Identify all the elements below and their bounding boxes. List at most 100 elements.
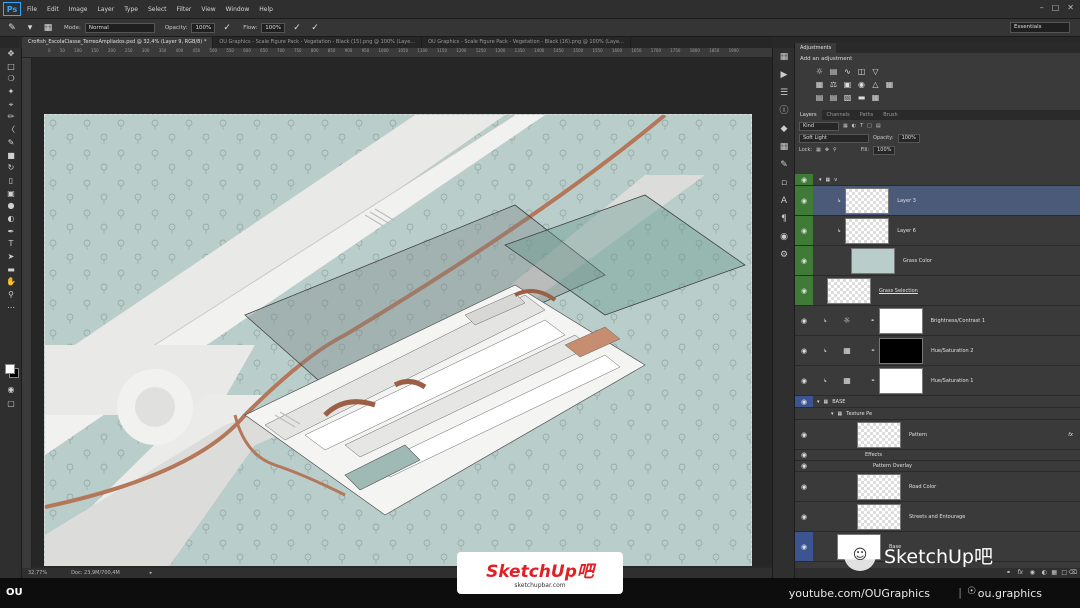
- layer-name[interactable]: Pattern: [909, 432, 927, 438]
- kind-filter[interactable]: Kind: [799, 121, 839, 131]
- layer-mask-thumbnail[interactable]: [878, 367, 923, 394]
- lasso-tool-icon[interactable]: ❍: [0, 73, 22, 86]
- brightness-icon[interactable]: ☼: [815, 67, 824, 76]
- layer-row[interactable]: ◉ ↳ ▦ ⚭ Hue/Saturation 1: [795, 366, 1080, 396]
- color-lookup-icon[interactable]: ▦: [885, 80, 894, 89]
- photo-filter-icon[interactable]: ◉: [857, 80, 866, 89]
- brush-preset-icon[interactable]: ▾: [24, 22, 36, 34]
- workspace-select[interactable]: Essentials: [1010, 22, 1070, 33]
- minimize-icon[interactable]: –: [1040, 3, 1044, 12]
- filter-pixel-icon[interactable]: ▦: [843, 123, 848, 129]
- tab-adjustments[interactable]: Adjustments: [795, 43, 837, 53]
- layer-name[interactable]: Streets and Entourage: [909, 514, 965, 520]
- swatches-icon[interactable]: ▦: [773, 138, 795, 156]
- fx-icon[interactable]: fx: [1068, 432, 1073, 438]
- visibility-eye-icon[interactable]: ◉: [795, 216, 813, 245]
- airbrush-icon[interactable]: ✓: [291, 22, 303, 34]
- maximize-icon[interactable]: □: [1052, 3, 1060, 12]
- paragraph-icon[interactable]: ¶: [773, 210, 795, 228]
- path-select-tool-icon[interactable]: ➤: [0, 251, 22, 264]
- gradient-tool-icon[interactable]: ▣: [0, 188, 22, 201]
- marquee-tool-icon[interactable]: □: [0, 61, 22, 74]
- zoom-level[interactable]: 32,77%: [28, 570, 47, 576]
- levels-icon[interactable]: ▤: [829, 67, 838, 76]
- menu-window[interactable]: Window: [226, 6, 250, 13]
- layer-mask-thumbnail[interactable]: [878, 307, 923, 334]
- group-arrow-icon[interactable]: ▾: [819, 177, 822, 183]
- move-tool-icon[interactable]: ✥: [0, 48, 22, 61]
- menu-layer[interactable]: Layer: [97, 6, 114, 13]
- layer-name[interactable]: Layer 3: [897, 198, 916, 204]
- vibrance-icon[interactable]: ▽: [871, 67, 880, 76]
- black-white-icon[interactable]: ▣: [843, 80, 852, 89]
- channel-mixer-icon[interactable]: △: [871, 80, 880, 89]
- visibility-eye-icon[interactable]: ◉: [795, 396, 813, 407]
- tab-paths[interactable]: Paths: [855, 110, 879, 120]
- visibility-eye-icon[interactable]: ◉: [795, 532, 813, 561]
- eyedropper-tool-icon[interactable]: ✏: [0, 111, 22, 124]
- layer-name[interactable]: Hue/Saturation 1: [931, 378, 974, 384]
- menu-edit[interactable]: Edit: [47, 6, 59, 13]
- lock-all-icon[interactable]: ⚲: [833, 147, 837, 153]
- menu-filter[interactable]: Filter: [177, 6, 192, 13]
- tab-channels[interactable]: Channels: [822, 110, 855, 120]
- layer-row[interactable]: ◉ Streets and Entourage: [795, 502, 1080, 532]
- stamp-tool-icon[interactable]: ■: [0, 150, 22, 163]
- visibility-eye-icon[interactable]: ◉: [795, 186, 813, 215]
- healing-tool-icon[interactable]: 〈: [0, 124, 22, 137]
- menu-help[interactable]: Help: [259, 6, 273, 13]
- shape-tool-icon[interactable]: ▬: [0, 264, 22, 277]
- color-balance-icon[interactable]: ⚖: [829, 80, 838, 89]
- group-arrow-icon[interactable]: ▾: [831, 411, 834, 417]
- filter-adjustment-icon[interactable]: ◐: [852, 123, 856, 129]
- posterize-icon[interactable]: ▤: [829, 93, 838, 102]
- pen-tool-icon[interactable]: ✒: [0, 226, 22, 239]
- menu-view[interactable]: View: [201, 6, 215, 13]
- color-swatches[interactable]: [5, 364, 19, 378]
- more-tools-icon[interactable]: ⋯: [0, 302, 22, 315]
- visibility-eye-icon[interactable]: ◉: [795, 246, 813, 275]
- curves-icon[interactable]: ∿: [843, 67, 852, 76]
- tab-brush[interactable]: Brush: [878, 110, 902, 120]
- document-tab[interactable]: OU Graphics - Scale Figure Pack - Vegeta…: [213, 37, 423, 48]
- layer-row[interactable]: ◉ ↳ ▦ ⚭ Hue/Saturation 2: [795, 336, 1080, 366]
- eraser-tool-icon[interactable]: ▯: [0, 175, 22, 188]
- layer-row[interactable]: ◉ ↳ ☼ ⚭ Brightness/Contrast 1: [795, 306, 1080, 336]
- menu-select[interactable]: Select: [148, 6, 167, 13]
- blur-tool-icon[interactable]: ●: [0, 200, 22, 213]
- hand-tool-icon[interactable]: ✋: [0, 276, 22, 289]
- properties-icon[interactable]: ☰: [773, 84, 795, 102]
- menu-type[interactable]: Type: [124, 6, 138, 13]
- visibility-eye-icon[interactable]: ◉: [795, 366, 813, 395]
- quick-mask-icon[interactable]: ◉: [0, 384, 22, 397]
- layer-name[interactable]: Road Color: [909, 484, 936, 490]
- exposure-icon[interactable]: ◫: [857, 67, 866, 76]
- menu-file[interactable]: File: [27, 6, 37, 13]
- layer-row[interactable]: ◉ ↳ Layer 6: [795, 216, 1080, 246]
- layer-row[interactable]: ◉ Grass Color: [795, 246, 1080, 276]
- menu-image[interactable]: Image: [69, 6, 88, 13]
- filter-shape-icon[interactable]: □: [867, 123, 872, 129]
- invert-icon[interactable]: ▤: [815, 93, 824, 102]
- visibility-eye-icon[interactable]: ◉: [795, 336, 813, 365]
- lock-pixels-icon[interactable]: ▦: [816, 147, 821, 153]
- notes-icon[interactable]: ▫: [773, 174, 795, 192]
- canvas-area[interactable]: [32, 58, 772, 566]
- tool-presets-icon[interactable]: ⚙: [773, 246, 795, 264]
- selective-color-icon[interactable]: ▦: [871, 93, 880, 102]
- visibility-eye-icon[interactable]: [795, 408, 813, 419]
- layer-mask-thumbnail[interactable]: [878, 337, 923, 364]
- actions-icon[interactable]: ▶: [773, 66, 795, 84]
- history-brush-tool-icon[interactable]: ↻: [0, 162, 22, 175]
- flow-field[interactable]: 100%: [261, 22, 286, 33]
- visibility-eye-icon[interactable]: ◉: [795, 472, 813, 501]
- layer-name[interactable]: Hue/Saturation 2: [931, 348, 974, 354]
- document-tab[interactable]: OU Graphics - Scale Figure Pack - Vegeta…: [422, 37, 631, 48]
- visibility-eye-icon[interactable]: ◉: [795, 306, 813, 335]
- clone-source-icon[interactable]: ◆: [773, 120, 795, 138]
- visibility-eye-icon[interactable]: ◉: [795, 450, 813, 460]
- brush-tool-icon[interactable]: ✎: [0, 137, 22, 150]
- info-icon[interactable]: ⓘ: [773, 102, 795, 120]
- layer-group-row[interactable]: ◉ ▾ ▦ v: [795, 174, 1080, 186]
- visibility-eye-icon[interactable]: ◉: [795, 174, 813, 185]
